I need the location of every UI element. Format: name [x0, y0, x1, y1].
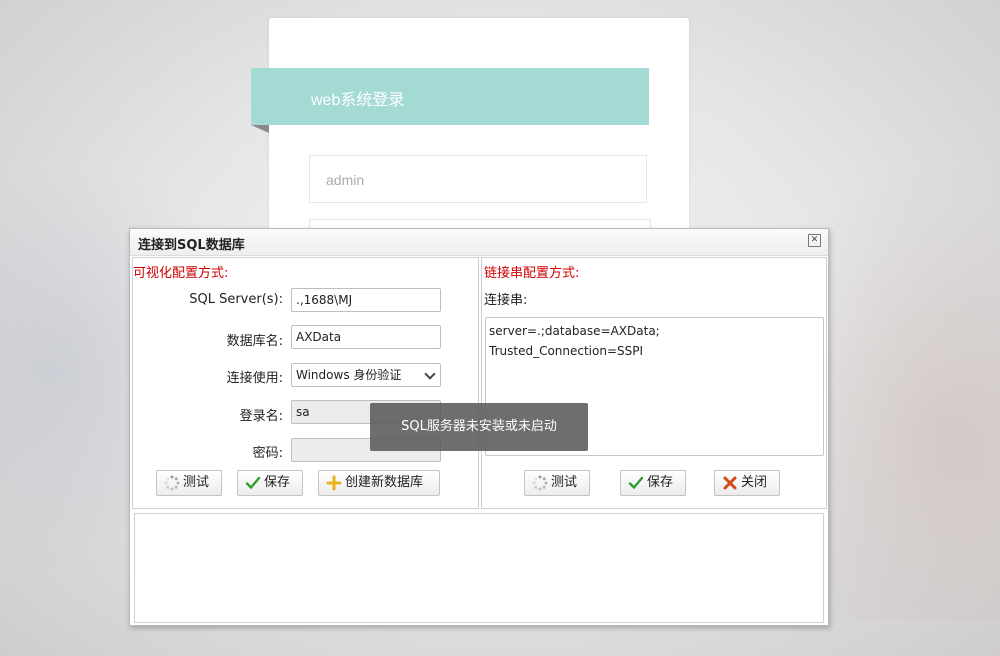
- login-name-label: 登录名:: [239, 409, 283, 424]
- test-button-label: 测试: [551, 475, 578, 490]
- chevron-down-icon: [424, 368, 436, 380]
- string-config-title: 链接串配置方式:: [484, 266, 580, 281]
- auth-select[interactable]: Windows 身份验证: [291, 363, 441, 387]
- auth-select-value: Windows 身份验证: [296, 368, 402, 382]
- create-database-label: 创建新数据库: [345, 475, 424, 490]
- checkmark-icon: [628, 476, 644, 490]
- dialog-title: 连接到SQL数据库: [138, 238, 245, 253]
- plus-icon: [326, 475, 342, 491]
- auth-label: 连接使用:: [226, 371, 283, 386]
- close-button[interactable]: 关闭: [714, 470, 780, 496]
- close-button-label: 关闭: [741, 475, 768, 490]
- loading-icon: [164, 475, 180, 491]
- close-x-icon: [723, 476, 737, 490]
- output-log-area: [134, 513, 824, 623]
- test-button-right[interactable]: 测试: [524, 470, 590, 496]
- login-card: [269, 18, 689, 248]
- visual-config-panel: 可视化配置方式: SQL Server(s): .,1688\MJ 数据库名: …: [132, 257, 479, 509]
- save-button-label: 保存: [647, 475, 674, 490]
- dialog-titlebar: 连接到SQL数据库 ✕: [130, 229, 828, 256]
- save-button-right[interactable]: 保存: [620, 470, 686, 496]
- test-button-label: 测试: [183, 475, 210, 490]
- server-label: SQL Server(s):: [189, 292, 283, 307]
- username-input[interactable]: admin: [309, 155, 647, 203]
- visual-config-title: 可视化配置方式:: [133, 266, 229, 281]
- save-button-left[interactable]: 保存: [237, 470, 303, 496]
- checkmark-icon: [245, 476, 261, 490]
- database-label: 数据库名:: [226, 334, 283, 349]
- string-config-panel: 链接串配置方式: 连接串: server=.;database=AXData; …: [481, 257, 827, 509]
- test-button-left[interactable]: 测试: [156, 470, 222, 496]
- database-input[interactable]: AXData: [291, 325, 441, 349]
- password-label: 密码:: [252, 446, 283, 461]
- loading-icon: [532, 475, 548, 491]
- banner-fold: [251, 125, 269, 133]
- conn-string-label: 连接串:: [484, 293, 528, 308]
- close-icon[interactable]: ✕: [808, 234, 821, 247]
- create-database-button[interactable]: 创建新数据库: [318, 470, 440, 496]
- toast-message: SQL服务器未安装或未启动: [370, 403, 588, 451]
- server-input[interactable]: .,1688\MJ: [291, 288, 441, 312]
- save-button-label: 保存: [264, 475, 291, 490]
- login-title: web系统登录: [311, 92, 405, 109]
